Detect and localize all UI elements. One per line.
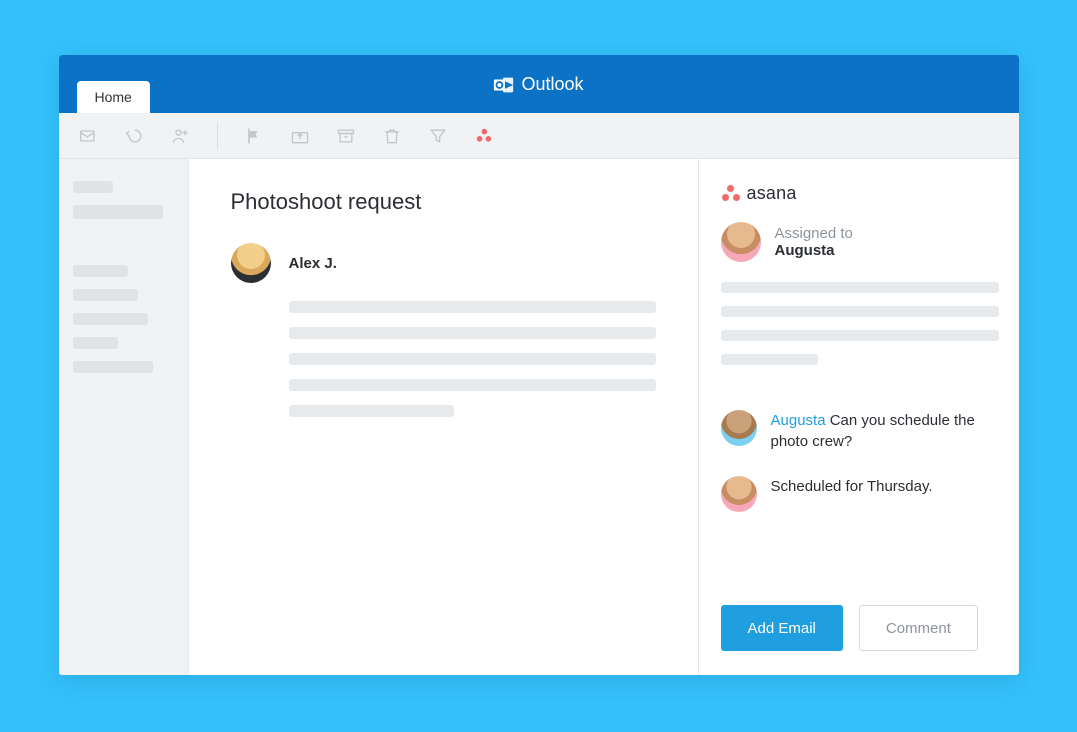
- comment-text: Scheduled for Thursday.: [771, 476, 933, 512]
- comment-avatar: [721, 476, 757, 512]
- sender-name: Alex J.: [289, 255, 337, 272]
- panel-actions: Add Email Comment: [721, 581, 999, 651]
- folder-up-icon[interactable]: [290, 127, 310, 145]
- comment: Scheduled for Thursday.: [721, 476, 999, 512]
- assigned-row: Assigned to Augusta: [721, 222, 999, 262]
- sidebar-item[interactable]: [73, 205, 164, 219]
- reply-icon[interactable]: [125, 127, 145, 145]
- assigned-label: Assigned to: [775, 225, 853, 242]
- email-body: [231, 301, 656, 417]
- asana-brand-text: asana: [747, 183, 797, 204]
- outlook-brand: Outlook: [493, 74, 583, 95]
- assigned-to: Augusta: [775, 242, 853, 259]
- tab-home-label: Home: [95, 89, 132, 105]
- email-pane: Photoshoot request Alex J.: [189, 159, 699, 675]
- new-mail-icon[interactable]: [79, 127, 99, 145]
- email-subject: Photoshoot request: [231, 189, 656, 215]
- sidebar-item[interactable]: [73, 361, 154, 373]
- outlook-window: Home Outlook: [59, 55, 1019, 675]
- filter-icon[interactable]: [428, 127, 448, 145]
- task-description: [721, 282, 999, 378]
- mention[interactable]: Augusta: [771, 412, 826, 429]
- toolbar: [59, 113, 1019, 159]
- asana-brand: asana: [721, 183, 999, 204]
- comment-body: Scheduled for Thursday.: [771, 478, 933, 495]
- outlook-logo-icon: [493, 74, 513, 94]
- add-email-label: Add Email: [748, 620, 816, 637]
- assignee-avatar: [721, 222, 761, 262]
- comment-avatar: [721, 410, 757, 446]
- asana-toolbar-icon[interactable]: [474, 127, 494, 145]
- app-body: Photoshoot request Alex J. asana: [59, 159, 1019, 675]
- add-email-button[interactable]: Add Email: [721, 605, 843, 651]
- sender-row: Alex J.: [231, 243, 656, 283]
- sidebar-item[interactable]: [73, 181, 113, 193]
- app-header: Home Outlook: [59, 55, 1019, 113]
- sidebar-item[interactable]: [73, 313, 149, 325]
- sidebar-item[interactable]: [73, 289, 139, 301]
- comment-button-label: Comment: [886, 620, 951, 637]
- toolbar-divider: [217, 123, 218, 149]
- comment: Augusta Can you schedule the photo crew?: [721, 410, 999, 452]
- new-contact-icon[interactable]: [171, 127, 191, 145]
- comment-button[interactable]: Comment: [859, 605, 978, 651]
- sidebar: [59, 159, 189, 675]
- archive-icon[interactable]: [336, 127, 356, 145]
- sender-avatar: [231, 243, 271, 283]
- asana-logo-icon: [721, 184, 741, 204]
- tab-home[interactable]: Home: [77, 81, 150, 113]
- sidebar-item[interactable]: [73, 265, 129, 277]
- flag-icon[interactable]: [244, 127, 264, 145]
- app-name: Outlook: [521, 74, 583, 95]
- comment-text: Augusta Can you schedule the photo crew?: [771, 410, 999, 452]
- trash-icon[interactable]: [382, 127, 402, 145]
- sidebar-item[interactable]: [73, 337, 118, 349]
- asana-panel: asana Assigned to Augusta Aug: [699, 159, 1019, 675]
- comments-list: Augusta Can you schedule the photo crew?…: [721, 410, 999, 512]
